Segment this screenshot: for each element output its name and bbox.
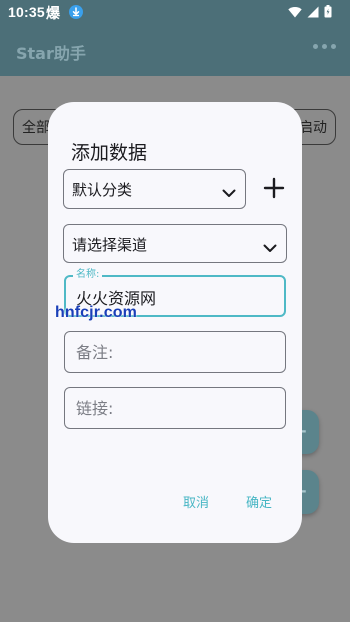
note-input[interactable] [65, 332, 285, 372]
signal-icon [307, 6, 319, 22]
more-horizontal-icon[interactable] [313, 44, 336, 49]
note-field[interactable] [64, 331, 286, 373]
confirm-button[interactable]: 确定 [246, 492, 272, 511]
battery-icon [324, 5, 332, 22]
chevron-down-icon [222, 183, 236, 202]
category-select[interactable]: 默认分类 [63, 169, 246, 209]
status-icons [288, 5, 332, 22]
dialog-actions: 取消 确定 [48, 492, 302, 512]
channel-select-placeholder: 请选择渠道 [72, 236, 148, 254]
status-time: 10:35 [8, 4, 45, 20]
wifi-icon [288, 6, 302, 22]
status-bar: 10:35 爆 [0, 0, 350, 24]
channel-select[interactable]: 请选择渠道 [63, 224, 287, 263]
link-field[interactable] [64, 387, 286, 429]
add-data-dialog: 添加数据 默认分类 请选择渠道 名称: 取消 确定 [48, 102, 302, 543]
app-title: Star助手 [16, 44, 86, 63]
download-icon [69, 5, 83, 19]
dialog-title: 添加数据 [71, 142, 148, 164]
category-select-value: 默认分类 [72, 181, 133, 199]
watermark-text: hnfcjr.com [55, 304, 137, 321]
plus-icon[interactable] [262, 176, 286, 200]
link-input[interactable] [65, 388, 285, 428]
chevron-down-icon [263, 238, 277, 257]
app-bar: Star助手 [0, 24, 350, 76]
notification-glyph: 爆 [46, 6, 60, 22]
cancel-button[interactable]: 取消 [183, 492, 209, 511]
